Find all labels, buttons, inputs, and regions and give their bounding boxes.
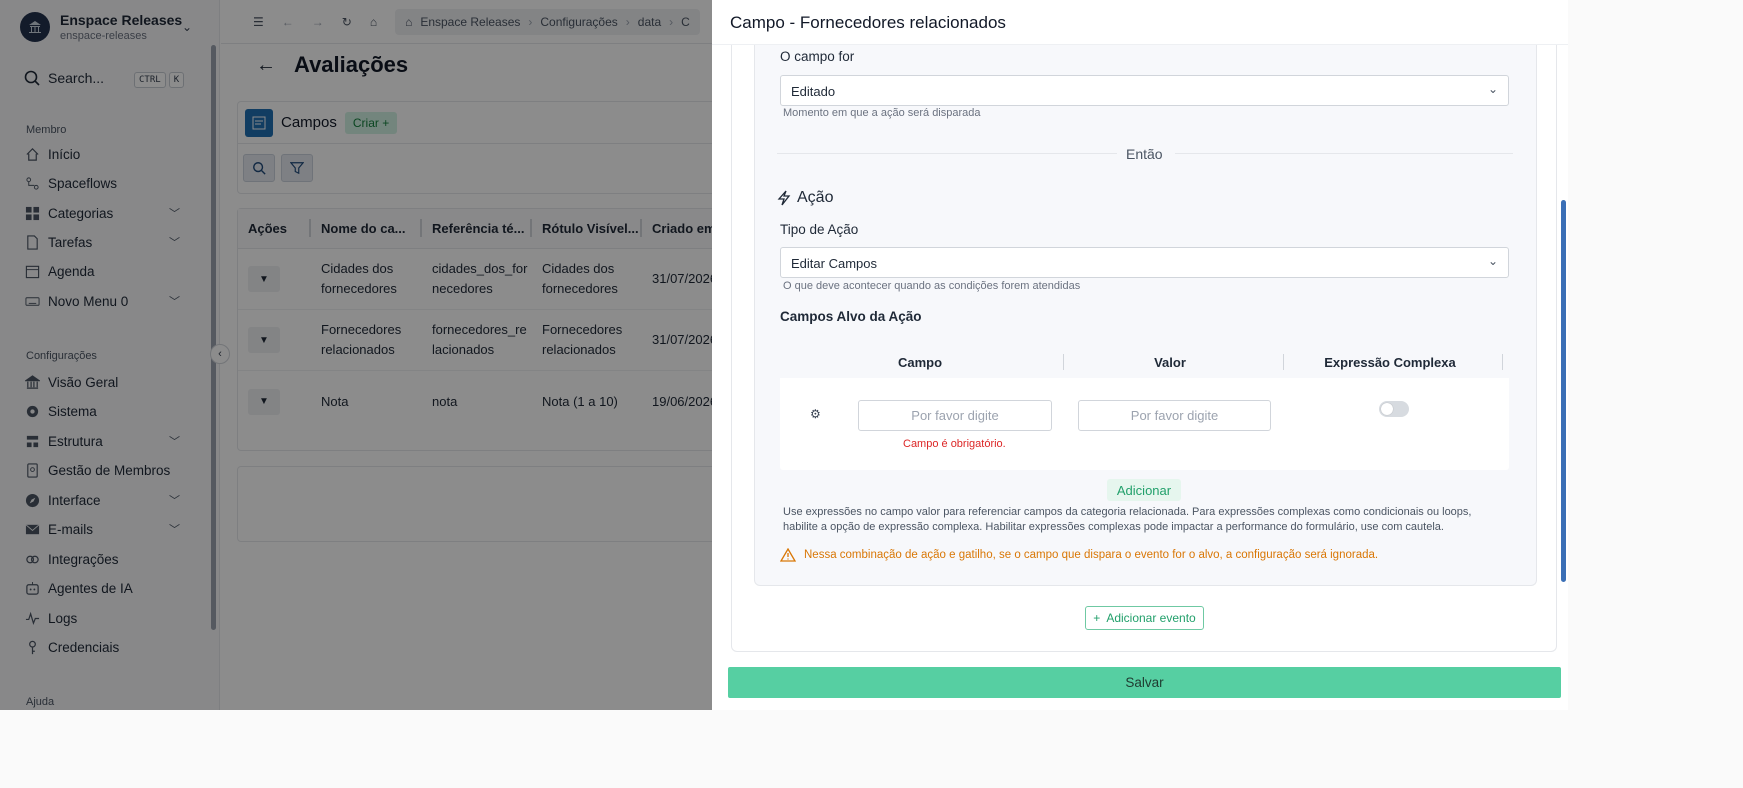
chevron-down-icon: ⌄	[1487, 82, 1498, 96]
trigger-label: O campo for	[780, 49, 855, 64]
targets-table-header: Campo Valor Expressão Complexa	[780, 348, 1510, 378]
modal-overlay[interactable]	[0, 0, 712, 710]
target-field-input[interactable]: Por favor digite	[858, 400, 1052, 431]
divider-line	[777, 153, 1117, 154]
column-separator	[1283, 354, 1284, 370]
action-type-hint: O que deve acontecer quando as condições…	[783, 280, 1081, 292]
drawer-scrollbar[interactable]	[1561, 200, 1566, 582]
action-section-title: Ação	[777, 189, 833, 207]
then-label: Então	[1126, 146, 1163, 162]
add-event-label: Adicionar evento	[1106, 611, 1196, 625]
trigger-hint: Momento em que a ação será disparada	[783, 107, 981, 119]
target-field-placeholder: Por favor digite	[911, 408, 999, 423]
drawer-header: Campo - Fornecedores relacionados	[712, 0, 1568, 45]
trigger-select-value: Editado	[791, 84, 836, 99]
divider-line	[1175, 153, 1513, 154]
column-separator	[1063, 354, 1064, 370]
chevron-down-icon: ⌄	[1487, 254, 1498, 268]
add-target-button[interactable]: Adicionar	[1107, 479, 1181, 501]
plus-icon: +	[1093, 611, 1101, 625]
targets-label: Campos Alvo da Ação	[780, 309, 922, 324]
trigger-select[interactable]: Editado ⌄	[780, 75, 1509, 106]
action-title: Ação	[797, 189, 834, 206]
column-header: Valor	[1154, 355, 1186, 370]
add-event-button[interactable]: + Adicionar evento	[1085, 606, 1204, 630]
complex-expression-toggle[interactable]	[1379, 401, 1409, 417]
field-error-message: Campo é obrigatório.	[903, 438, 1006, 450]
warning-icon	[780, 548, 796, 562]
save-button[interactable]: Salvar	[728, 667, 1561, 698]
action-type-value: Editar Campos	[791, 256, 877, 271]
lightning-icon	[777, 190, 791, 206]
toggle-knob	[1381, 403, 1393, 415]
expressions-note: Use expressões no campo valor para refer…	[783, 506, 1472, 533]
action-type-label: Tipo de Ação	[780, 222, 859, 237]
target-value-placeholder: Por favor digite	[1130, 408, 1219, 423]
action-type-select[interactable]: Editar Campos ⌄	[780, 247, 1509, 278]
column-separator	[1502, 354, 1503, 370]
warning-text: Nessa combinação de ação e gatilho, se o…	[804, 549, 1379, 561]
column-header: Campo	[897, 355, 943, 370]
settings-icon[interactable]: ⚙	[810, 407, 821, 421]
column-header: Expressão Complexa	[1324, 355, 1456, 370]
warning-message: Nessa combinação de ação e gatilho, se o…	[780, 548, 1378, 562]
drawer-title: Campo - Fornecedores relacionados	[730, 13, 1006, 32]
target-value-input[interactable]: Por favor digite	[1078, 400, 1271, 431]
